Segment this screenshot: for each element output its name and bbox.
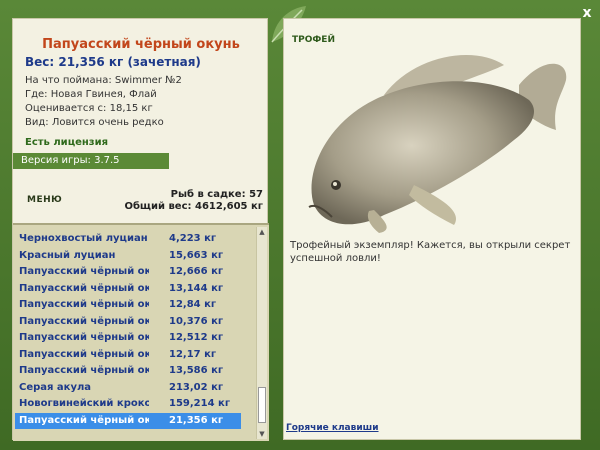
- catch-fish-name: Папуасский чёрный ок...: [19, 299, 149, 310]
- list-scrollbar[interactable]: ▲ ▼: [256, 227, 267, 439]
- catch-fish-name: Папуасский чёрный ок...: [19, 315, 149, 327]
- catch-list-item[interactable]: Папуасский чёрный ок... 12,17 кг: [15, 347, 241, 363]
- catch-list-item[interactable]: Серая акула 213,02 кг: [15, 380, 241, 396]
- fish-value: Оценивается с: 18,15 кг: [25, 103, 153, 114]
- catch-fish-name: Папуасский чёрный ок...: [19, 266, 149, 277]
- license-status: Есть лицензия: [25, 137, 109, 148]
- catch-fish-name: Красный луциан: [19, 249, 116, 261]
- catch-fish-weight: 15,663 кг: [169, 249, 224, 261]
- catch-fish-weight: 12,512 кг: [169, 332, 224, 343]
- scroll-thumb[interactable]: [258, 387, 266, 423]
- catch-fish-weight: 13,586 кг: [169, 365, 224, 376]
- fish-weight: Вес: 21,356 кг (зачетная): [25, 55, 201, 69]
- version-bar: Версия игры: 3.7.5: [13, 153, 169, 169]
- catch-fish-name: Папуасский чёрный ок...: [19, 282, 149, 294]
- catch-fish-name: Чернохвостый луциан: [19, 233, 148, 244]
- catch-fish-weight: 159,214 кг: [169, 398, 231, 409]
- fish-place: Где: Новая Гвинея, Флай: [25, 89, 157, 100]
- fish-count: Рыб в садке: 57: [170, 189, 263, 200]
- fish-lure: На что поймана: Swimmer №2: [25, 75, 182, 86]
- catch-fish-weight: 213,02 кг: [169, 381, 224, 393]
- fish-name: Папуасский чёрный окунь: [42, 37, 240, 52]
- catch-fish-name: Папуасский чёрный ок...: [19, 365, 149, 376]
- catch-list-item[interactable]: Чернохвостый луциан 4,223 кг: [15, 231, 241, 247]
- catch-fish-name: Папуасский чёрный ок...: [19, 332, 149, 343]
- catch-list-item[interactable]: Папуасский чёрный ок... 13,586 кг: [15, 363, 241, 379]
- trophy-label: ТРОФЕЙ: [292, 35, 335, 45]
- catch-list-item[interactable]: Папуасский чёрный ок... 12,84 кг: [15, 297, 241, 313]
- catch-stats: Рыб в садке: 57 Общий вес: 4612,605 кг: [124, 189, 263, 213]
- catch-fish-name: Папуасский чёрный ок...: [19, 348, 149, 360]
- catch-list: Чернохвостый луциан 4,223 кг Красный луциа…: [13, 223, 269, 441]
- total-weight: Общий вес: 4612,605 кг: [124, 201, 263, 212]
- catch-fish-name: Папуасский чёрный ок...: [19, 414, 149, 426]
- scroll-up-icon[interactable]: ▲: [257, 227, 267, 237]
- fish-image: [308, 55, 567, 233]
- trophy-text: Трофейный экземпляр! Кажется, вы открыли…: [290, 240, 571, 264]
- trophy-panel: ТРОФЕЙ Трофейный экземпляр! Кажется, вы …: [283, 18, 581, 440]
- catch-list-item[interactable]: Папуасский чёрный ок... 21,356 кг: [15, 412, 241, 429]
- catch-list-item[interactable]: Папуасский чёрный ок... 13,144 кг: [15, 281, 241, 297]
- catch-fish-weight: 12,666 кг: [169, 266, 224, 277]
- fish-rarity: Вид: Ловится очень редко: [25, 117, 164, 128]
- catch-fish-weight: 4,223 кг: [169, 233, 217, 244]
- catch-fish-name: Новогвинейский крокo...: [19, 398, 149, 409]
- catch-list-item[interactable]: Папуасский чёрный ок... 12,666 кг: [15, 264, 241, 280]
- menu-button[interactable]: МЕНЮ: [27, 195, 62, 205]
- catch-list-item[interactable]: Папуасский чёрный ок... 12,512 кг: [15, 330, 241, 346]
- catch-fish-weight: 12,84 кг: [169, 299, 217, 310]
- catch-fish-weight: 10,376 кг: [169, 315, 224, 327]
- catch-fish-weight: 21,356 кг: [169, 414, 224, 426]
- catch-list-item[interactable]: Папуасский чёрный ок... 10,376 кг: [15, 314, 241, 330]
- catch-list-item[interactable]: Красный луциан 15,663 кг: [15, 248, 241, 264]
- catch-fish-weight: 12,17 кг: [169, 348, 217, 360]
- catch-list-item[interactable]: Новогвинейский крокo... 159,214 кг: [15, 396, 241, 412]
- hotkeys-link[interactable]: Горячие клавиши: [286, 423, 379, 433]
- catch-fish-weight: 13,144 кг: [169, 282, 224, 294]
- fish-info-panel: Папуасский чёрный окунь Вес: 21,356 кг (…: [12, 18, 269, 441]
- catch-fish-name: Серая акула: [19, 381, 92, 393]
- scroll-down-icon[interactable]: ▼: [257, 429, 267, 439]
